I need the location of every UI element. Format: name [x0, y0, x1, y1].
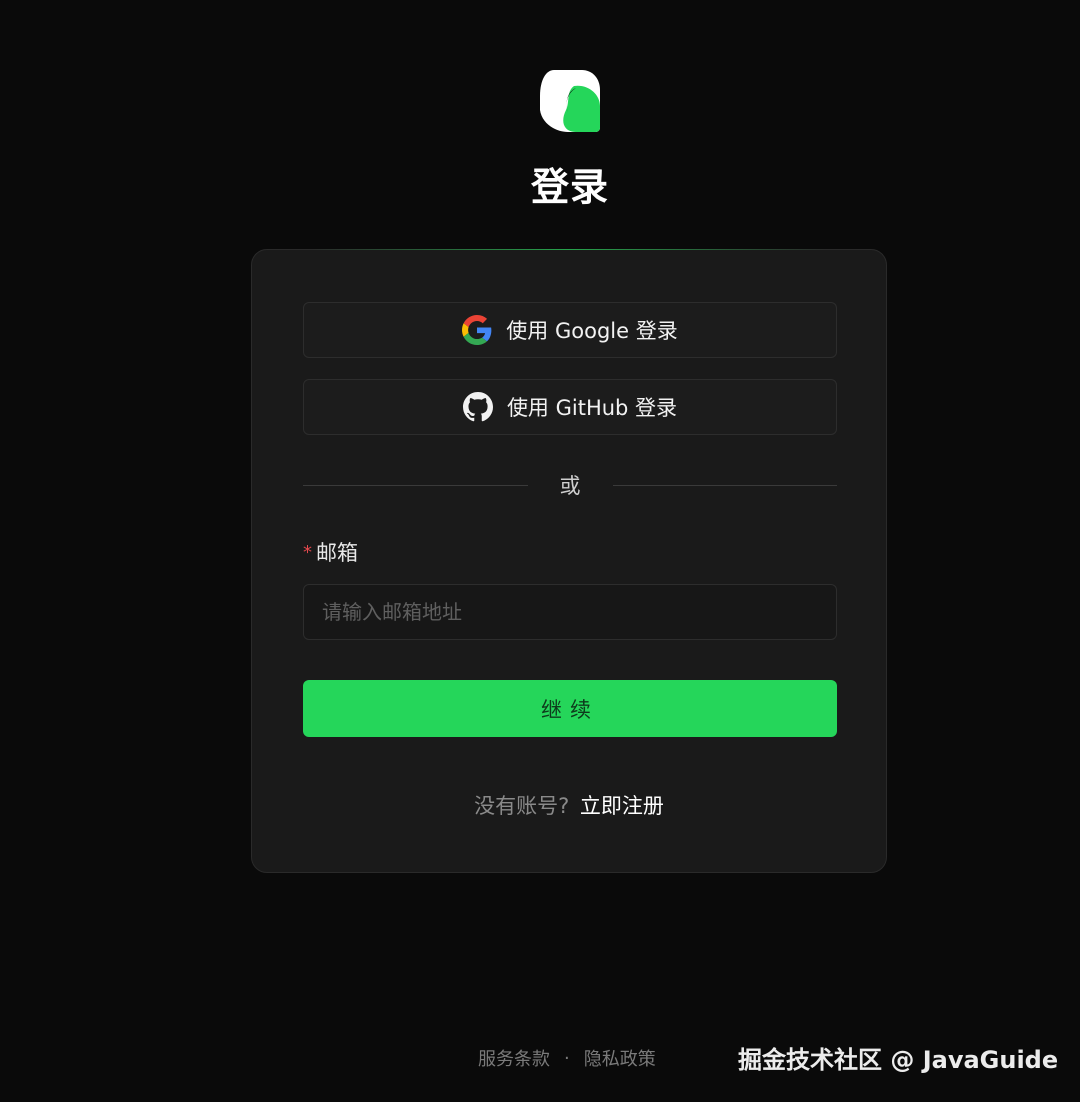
google-login-button[interactable]: 使用 Google 登录: [303, 302, 837, 358]
app-logo: [536, 66, 604, 134]
terms-link[interactable]: 服务条款: [478, 1045, 550, 1071]
signup-link[interactable]: 立即注册: [580, 794, 664, 818]
email-input[interactable]: [303, 584, 837, 640]
divider-line-right: [612, 484, 837, 486]
footer-links: 服务条款 · 隐私政策: [478, 1045, 656, 1071]
page-title: 登录: [530, 165, 609, 209]
github-login-label: 使用 GitHub 登录: [506, 396, 678, 420]
github-login-button[interactable]: 使用 GitHub 登录: [303, 379, 837, 435]
email-label: * 邮箱: [303, 537, 358, 567]
google-icon: [462, 315, 492, 345]
google-login-label: 使用 Google 登录: [506, 319, 678, 343]
divider-text: 或: [559, 474, 581, 498]
footer-separator: ·: [564, 1047, 570, 1069]
continue-button[interactable]: 继续: [303, 680, 837, 737]
watermark: 掘金技术社区 @ JavaGuide: [738, 1046, 1059, 1074]
privacy-link[interactable]: 隐私政策: [584, 1045, 656, 1071]
login-page: 登录 使用 Google 登录 使用 GitHub 登录 或 * 邮箱 请输入邮…: [0, 0, 1080, 1102]
card-top-glow: [312, 249, 826, 250]
signup-prompt: 没有账号?: [474, 794, 570, 818]
app-logo-icon: [540, 70, 600, 132]
login-card: 使用 Google 登录 使用 GitHub 登录 或 * 邮箱 继续 没有账号…: [251, 249, 887, 873]
github-icon: [462, 392, 493, 422]
or-divider: 或: [303, 470, 837, 500]
required-mark: *: [303, 541, 312, 563]
signup-row: 没有账号? 立即注册: [252, 790, 886, 820]
email-label-text: 邮箱: [316, 541, 358, 565]
divider-line-left: [303, 484, 528, 486]
